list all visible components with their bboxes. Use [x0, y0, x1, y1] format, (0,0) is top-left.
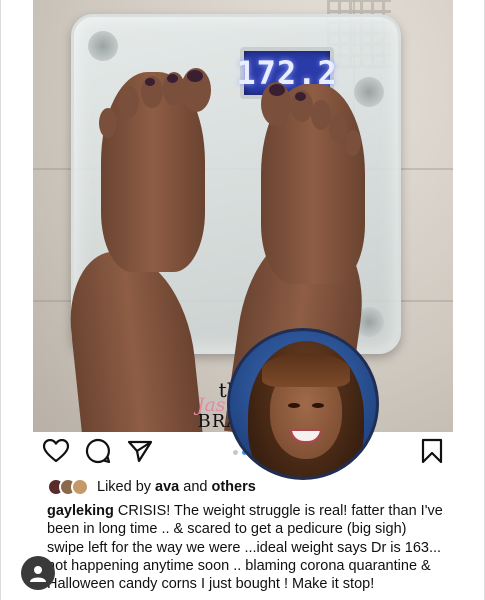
liker-username[interactable]: ava	[155, 479, 179, 495]
toe	[311, 100, 331, 130]
carousel-dot[interactable]	[233, 450, 238, 455]
portrait-eye	[288, 403, 300, 408]
toenail	[145, 78, 155, 86]
likes-row[interactable]: Liked by ava and others	[47, 476, 256, 498]
scale-sensor-pad	[354, 77, 384, 107]
toenail	[187, 70, 203, 82]
post-caption: gayleking CRISIS! The weight struggle is…	[47, 502, 447, 593]
toenail	[167, 74, 178, 83]
likes-text: Liked by ava and others	[97, 479, 256, 495]
toe	[345, 130, 361, 156]
avatar	[71, 478, 89, 496]
toenail	[295, 92, 306, 101]
portrait-bangs	[262, 353, 350, 387]
toe	[329, 114, 347, 142]
post-screenshot: 172.2 the Jasmine BRAND	[0, 0, 485, 600]
heart-icon[interactable]	[41, 436, 71, 466]
comment-icon[interactable]	[83, 436, 113, 466]
toenail	[269, 84, 285, 96]
likes-others-link[interactable]: others	[212, 479, 256, 495]
caption-username[interactable]: gayleking	[47, 503, 114, 519]
bookmark-icon[interactable]	[417, 436, 447, 466]
share-icon[interactable]	[125, 436, 155, 466]
portrait-inset	[227, 328, 379, 480]
toe	[99, 108, 117, 138]
likes-prefix: Liked by	[97, 479, 156, 495]
profile-avatar-icon[interactable]	[21, 556, 55, 590]
liker-avatars	[47, 478, 89, 496]
likes-connector: and	[179, 479, 212, 495]
portrait-eye	[312, 403, 324, 408]
scale-sensor-pad	[88, 31, 118, 61]
toe	[119, 86, 139, 118]
